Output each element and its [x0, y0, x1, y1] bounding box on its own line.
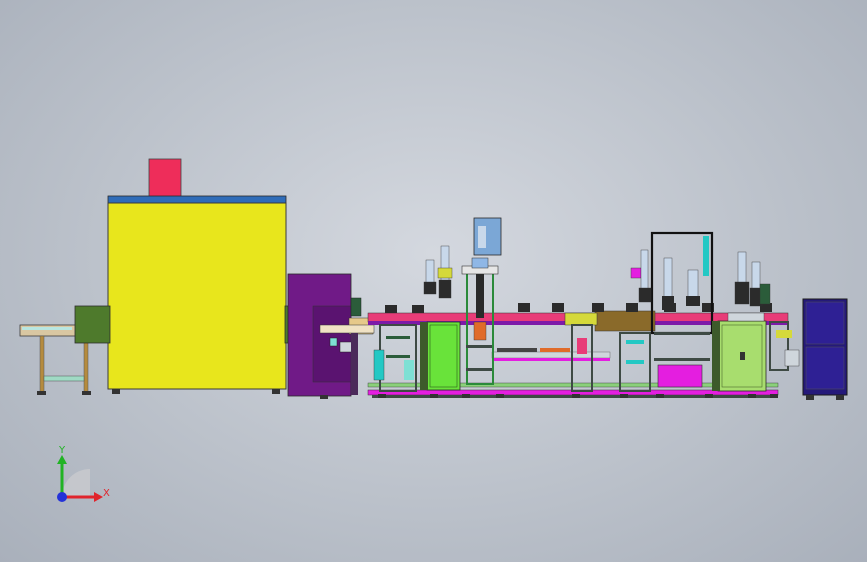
- coordinate-triad: Y X: [57, 445, 110, 502]
- y-axis-label: Y: [58, 445, 66, 456]
- magenta-bin: [657, 364, 703, 388]
- cad-viewport[interactable]: Y X: [0, 0, 867, 562]
- z-axis-dot: [57, 492, 67, 502]
- purple-cabinet: [287, 273, 375, 399]
- drying-oven: [74, 158, 321, 394]
- oven-roof: [107, 195, 287, 204]
- assembly-line: [367, 217, 800, 398]
- exhaust-stack: [148, 158, 182, 198]
- triad-quadrant-shade: [62, 469, 90, 497]
- oven-inlet-tunnel: [74, 305, 111, 344]
- lime-cabinet: [426, 321, 461, 391]
- oven-body: [107, 202, 287, 390]
- navy-cabinet: [802, 298, 848, 400]
- x-axis-label: X: [103, 488, 110, 499]
